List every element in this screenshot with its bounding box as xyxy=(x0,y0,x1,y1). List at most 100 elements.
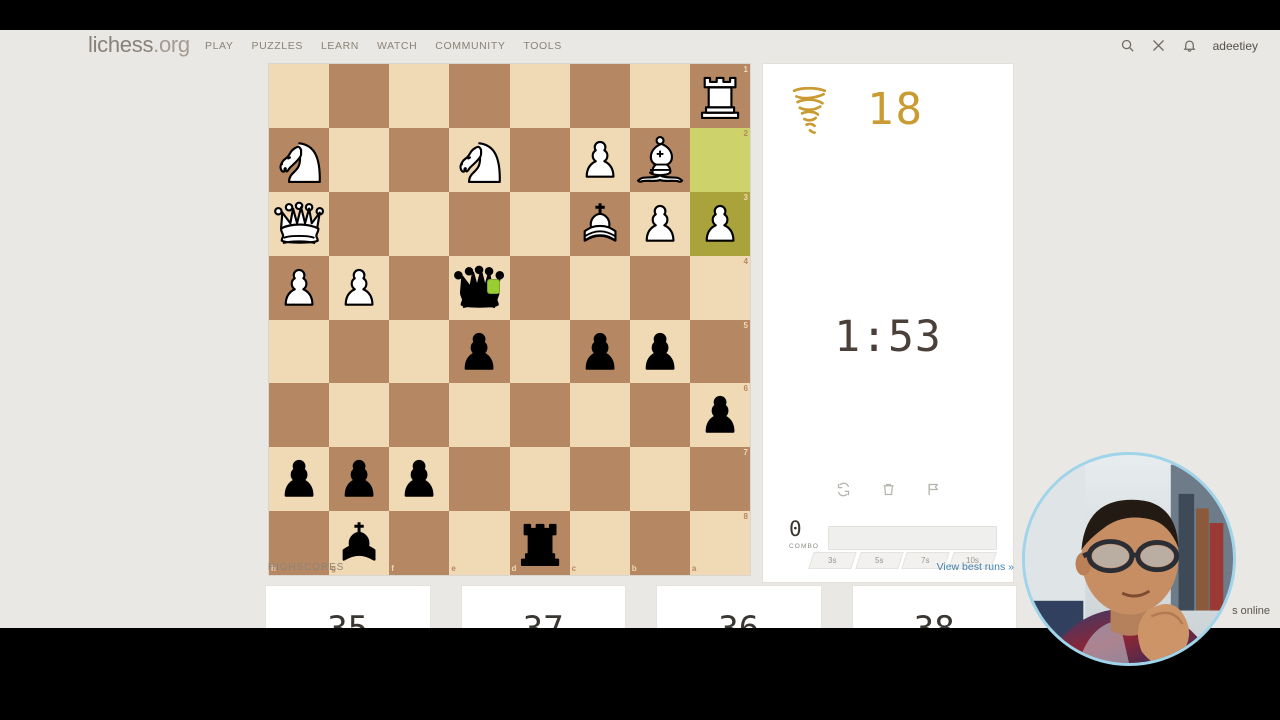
board-square-c7[interactable] xyxy=(569,447,630,512)
highscore-value: 35 xyxy=(266,612,430,628)
board-square-d7[interactable] xyxy=(509,447,570,512)
piece-white-pawn[interactable] xyxy=(630,192,690,256)
board-square-b4[interactable] xyxy=(629,255,690,320)
board-square-d4[interactable] xyxy=(509,255,570,320)
piece-white-king[interactable] xyxy=(570,192,630,256)
board-square-a5[interactable]: 5 xyxy=(689,319,750,384)
board-square-f5[interactable] xyxy=(389,319,450,384)
board-square-b5[interactable] xyxy=(629,319,690,384)
piece-black-pawn[interactable] xyxy=(570,320,630,384)
board-square-e3[interactable] xyxy=(449,191,510,256)
highscore-card[interactable]: 35 xyxy=(265,585,431,628)
flag-icon[interactable] xyxy=(926,482,941,497)
board-square-g5[interactable] xyxy=(329,319,390,384)
piece-white-pawn[interactable] xyxy=(269,256,329,320)
board-square-e5[interactable] xyxy=(449,319,510,384)
board-square-h2[interactable] xyxy=(269,127,330,192)
board-square-g6[interactable] xyxy=(329,383,390,448)
board-square-b6[interactable] xyxy=(629,383,690,448)
nav-item-tools[interactable]: TOOLS xyxy=(514,40,570,52)
board-square-h5[interactable] xyxy=(269,319,330,384)
site-logo[interactable]: lichess.org xyxy=(88,32,190,58)
board-square-a6[interactable]: 6 xyxy=(689,383,750,448)
board-square-h7[interactable] xyxy=(269,447,330,512)
board-square-b3[interactable] xyxy=(629,191,690,256)
board-square-e6[interactable] xyxy=(449,383,510,448)
board-square-d1[interactable] xyxy=(509,64,570,128)
rank-coordinate: 2 xyxy=(743,128,748,138)
board-square-f6[interactable] xyxy=(389,383,450,448)
board-square-c1[interactable] xyxy=(569,64,630,128)
board-square-b7[interactable] xyxy=(629,447,690,512)
challenge-icon[interactable] xyxy=(1151,38,1166,53)
board-square-d2[interactable] xyxy=(509,127,570,192)
piece-black-pawn[interactable] xyxy=(449,320,509,384)
board-square-g4[interactable] xyxy=(329,255,390,320)
board-square-f1[interactable] xyxy=(389,64,450,128)
board-square-g1[interactable] xyxy=(329,64,390,128)
board-square-a3[interactable]: 3 xyxy=(689,191,750,256)
board-square-d6[interactable] xyxy=(509,383,570,448)
storm-controls xyxy=(763,482,1013,497)
board-square-e7[interactable] xyxy=(449,447,510,512)
username-label[interactable]: adeetiey xyxy=(1213,39,1258,53)
piece-white-pawn[interactable] xyxy=(570,128,630,192)
trash-icon[interactable] xyxy=(881,482,896,497)
board-square-h1[interactable] xyxy=(269,64,330,128)
board-square-f2[interactable] xyxy=(389,127,450,192)
board-square-f3[interactable] xyxy=(389,191,450,256)
notifications-bell-icon[interactable] xyxy=(1182,38,1197,53)
highscore-card[interactable]: 37 xyxy=(460,585,626,628)
piece-white-rook[interactable] xyxy=(690,64,750,128)
board-square-b2[interactable] xyxy=(629,127,690,192)
board-square-g3[interactable] xyxy=(329,191,390,256)
board-square-a7[interactable]: 7 xyxy=(689,447,750,512)
piece-black-pawn[interactable] xyxy=(389,447,449,511)
piece-white-pawn[interactable] xyxy=(329,256,389,320)
piece-white-queen[interactable] xyxy=(269,192,329,256)
board-square-h4[interactable] xyxy=(269,255,330,320)
chess-board[interactable]: 1234567hgfedcb8a xyxy=(268,63,751,576)
piece-white-bishop[interactable] xyxy=(630,128,690,192)
highscore-card[interactable]: 38 xyxy=(851,585,1017,628)
piece-black-pawn[interactable] xyxy=(690,383,750,447)
nav-item-play[interactable]: PLAY xyxy=(196,40,242,52)
nav-item-puzzles[interactable]: PUZZLES xyxy=(242,40,311,52)
board-square-c5[interactable] xyxy=(569,319,630,384)
board-square-a1[interactable]: 1 xyxy=(689,64,750,128)
board-square-h6[interactable] xyxy=(269,383,330,448)
piece-black-queen[interactable] xyxy=(449,256,509,320)
view-best-runs-link[interactable]: View best runs » xyxy=(937,561,1014,573)
board-square-c2[interactable] xyxy=(569,127,630,192)
piece-black-pawn[interactable] xyxy=(269,447,329,511)
board-square-h3[interactable] xyxy=(269,191,330,256)
reload-icon[interactable] xyxy=(836,482,851,497)
board-square-f7[interactable] xyxy=(389,447,450,512)
piece-white-knight[interactable] xyxy=(269,128,329,192)
board-square-e2[interactable] xyxy=(449,127,510,192)
board-square-c3[interactable] xyxy=(569,191,630,256)
piece-white-knight[interactable] xyxy=(449,128,509,192)
board-square-e4[interactable] xyxy=(449,255,510,320)
nav-item-learn[interactable]: LEARN xyxy=(312,40,368,52)
highscore-card[interactable]: 36 xyxy=(656,585,822,628)
board-square-e1[interactable] xyxy=(449,64,510,128)
board-square-c6[interactable] xyxy=(569,383,630,448)
board-square-g7[interactable] xyxy=(329,447,390,512)
piece-white-pawn[interactable] xyxy=(690,192,750,256)
board-square-f4[interactable] xyxy=(389,255,450,320)
board-square-d3[interactable] xyxy=(509,191,570,256)
piece-black-pawn[interactable] xyxy=(630,320,690,384)
board-square-c4[interactable] xyxy=(569,255,630,320)
search-icon[interactable] xyxy=(1120,38,1135,53)
nav-item-community[interactable]: COMMUNITY xyxy=(426,40,514,52)
mouse-cursor-indicator xyxy=(487,279,499,293)
piece-black-pawn[interactable] xyxy=(329,447,389,511)
board-square-b1[interactable] xyxy=(629,64,690,128)
board-square-g2[interactable] xyxy=(329,127,390,192)
board-square-d5[interactable] xyxy=(509,319,570,384)
board-square-a4[interactable]: 4 xyxy=(689,255,750,320)
nav-item-watch[interactable]: WATCH xyxy=(368,40,426,52)
main-nav: PLAY PUZZLES LEARN WATCH COMMUNITY TOOLS xyxy=(196,40,571,52)
board-square-a2[interactable]: 2 xyxy=(689,127,750,192)
